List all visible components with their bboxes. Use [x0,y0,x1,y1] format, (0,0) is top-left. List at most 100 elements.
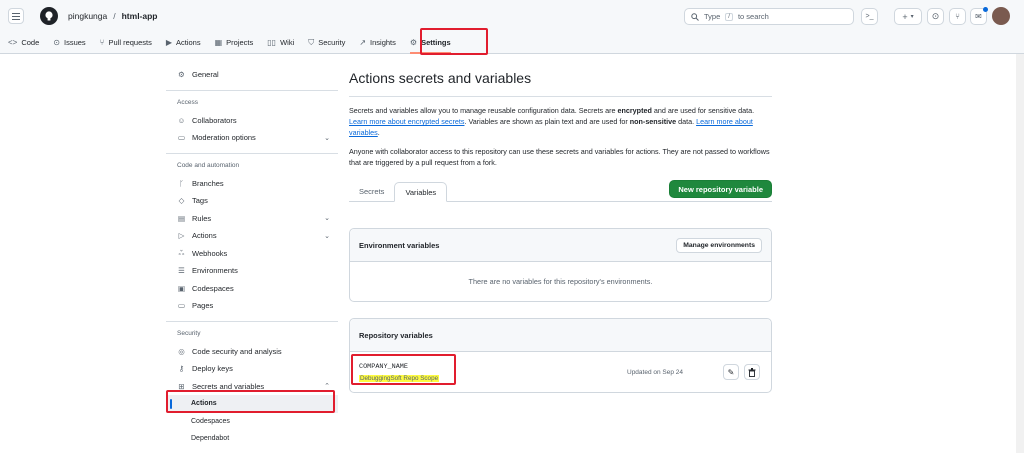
sidebar-subitem-codespaces[interactable]: Codespaces [166,413,338,431]
page-scrollbar[interactable] [1016,54,1024,453]
people-icon: ☺ [177,115,186,125]
new-repository-variable-button[interactable]: New repository variable [669,180,772,198]
variable-highlight-box [351,354,456,385]
sidebar-item-environments[interactable]: ☰ Environments [166,262,338,280]
chevron-down-icon: ▾ [910,14,914,20]
codescan-icon: ◎ [178,346,185,356]
comment-icon: ▭ [177,133,186,143]
sidebar-item-rules[interactable]: ▤ Rules ⌄ [166,210,338,228]
sidebar-item-label: Pages [192,301,214,311]
tab-actions[interactable]: ▶ Actions [166,32,201,54]
rules-icon: ▤ [177,213,186,223]
pull-request-icon: ⑂ [99,38,105,47]
play-icon: ▷ [178,231,185,241]
sidebar-item-label: Deploy keys [192,364,233,374]
tab-secrets[interactable]: Secrets [349,181,394,201]
tab-pull-requests[interactable]: ⑂ Pull requests [100,32,152,54]
sidebar-item-collaborators[interactable]: ☺ Collaborators [166,112,338,130]
tab-variables[interactable]: Variables [394,182,448,202]
sidebar-item-label: Collaborators [192,115,237,125]
repository-variables-header: Repository variables [350,319,771,352]
box-heading: Repository variables [359,330,433,340]
sidebar-item-label: Codespaces [192,283,234,293]
tab-label: Code [21,38,40,47]
delete-variable-button[interactable] [744,364,760,380]
sidebar-item-deploy-keys[interactable]: ⚷ Deploy keys [166,360,338,378]
variable-updated-date: Updated on Sep 24 [627,368,684,376]
collaborator-note: Anyone with collaborator access to this … [349,147,770,167]
search-icon [691,12,699,21]
tab-issues[interactable]: ⊙ Issues [53,32,85,54]
git-pull-request-icon: ⑂ [955,12,960,21]
sidebar-item-label: Rules [192,213,212,223]
settings-icon: ⚙ [409,38,418,47]
settings-highlight-box [420,28,488,55]
intro-emphasis: encrypted [617,106,652,115]
sidebar-item-actions[interactable]: ▷ Actions ⌄ [166,227,338,245]
github-logo-icon[interactable] [40,7,58,25]
environment-variables-header: Environment variables Manage environment… [350,229,771,262]
pencil-icon: ✎ [727,367,735,377]
tab-label: Pull requests [108,38,152,47]
inbox-button[interactable]: ✉ [970,7,988,25]
sidebar-heading-code-automation: Code and automation [177,162,240,169]
search-placeholder-prefix: Type [704,12,721,21]
gear-icon: ⚙ [178,70,185,80]
sidebar-item-branches[interactable]: ᚴ Branches [166,175,338,193]
sidebar-item-general[interactable]: ⚙ General [166,66,338,84]
repo-owner-link[interactable]: pingkunga [68,11,107,21]
issues-icon: ⊙ [53,38,60,47]
sidebar-item-webhooks[interactable]: ஃ Webhooks [166,245,338,263]
search-placeholder-suffix: to search [737,12,769,21]
create-new-button[interactable]: + ▾ [894,8,922,25]
tab-security[interactable]: ⛉ Security [308,32,345,54]
edit-variable-button[interactable]: ✎ [723,364,739,380]
command-palette-button[interactable]: >_ [861,8,878,25]
security-icon: ⛉ [308,37,315,47]
sidebar-item-codespaces[interactable]: ▣ Codespaces [166,280,338,298]
intro-text: data. [676,117,697,126]
trash-icon [748,367,756,377]
sidebar-item-label: Tags [192,196,208,206]
sidebar-heading-security: Security [177,330,201,337]
sidebar-item-label: Moderation options [192,133,256,143]
environment-variables-box: Environment variables Manage environment… [349,228,772,302]
tab-label: Issues [63,38,86,47]
sidebar-item-code-security[interactable]: ◎ Code security and analysis [166,343,338,361]
encrypted-secrets-link[interactable]: Learn more about encrypted secrets [349,117,464,126]
menu-button[interactable] [8,8,24,24]
chevron-down-icon: ⌄ [324,232,330,240]
tab-wiki[interactable]: ▯▯ Wiki [267,32,294,54]
actions-highlight-box [166,390,335,413]
codespaces-icon: ▣ [177,283,186,293]
repo-name-link[interactable]: html-app [122,11,158,21]
sidebar-item-pages[interactable]: ▭ Pages [166,297,338,315]
unread-dot-icon [983,7,988,12]
sidebar-divider [166,152,338,154]
repo-navigation: <> Code ⊙ Issues ⑂ Pull requests ▶ Actions ▦… [0,32,1024,54]
search-input[interactable]: Type / to search [684,8,854,25]
box-heading: Environment variables [359,240,440,250]
tab-insights[interactable]: ↗ Insights [359,32,396,54]
sidebar-item-tags[interactable]: ◇ Tags [166,192,338,210]
intro-text: . Variables are shown as plain text and … [464,117,630,126]
manage-environments-button[interactable]: Manage environments [676,237,762,253]
pull-requests-shortcut-button[interactable]: ⑂ [949,8,966,25]
sidebar-item-label: Code security and analysis [192,346,282,356]
issues-shortcut-button[interactable]: ⊙ [927,8,944,25]
server-icon: ☰ [178,266,185,276]
sidebar-item-moderation[interactable]: ▭ Moderation options ⌄ [166,129,338,147]
actions-icon: ▶ [165,38,172,47]
environment-empty-state: There are no variables for this reposito… [468,277,653,286]
breadcrumb: pingkunga / html-app [68,11,158,21]
tab-label: Wiki [280,38,295,47]
browser-icon: ▭ [177,301,186,311]
user-avatar[interactable] [992,7,1010,25]
tab-projects[interactable]: ▦ Projects [215,32,254,54]
intro-text: . [377,128,380,137]
secrets-variables-tabs: Secrets Variables New repository variabl… [349,180,772,202]
sidebar-subitem-dependabot[interactable]: Dependabot [166,430,338,448]
branch-icon: ᚴ [179,178,184,188]
tab-label: Insights [370,38,396,47]
tab-code[interactable]: <> Code [8,32,39,54]
